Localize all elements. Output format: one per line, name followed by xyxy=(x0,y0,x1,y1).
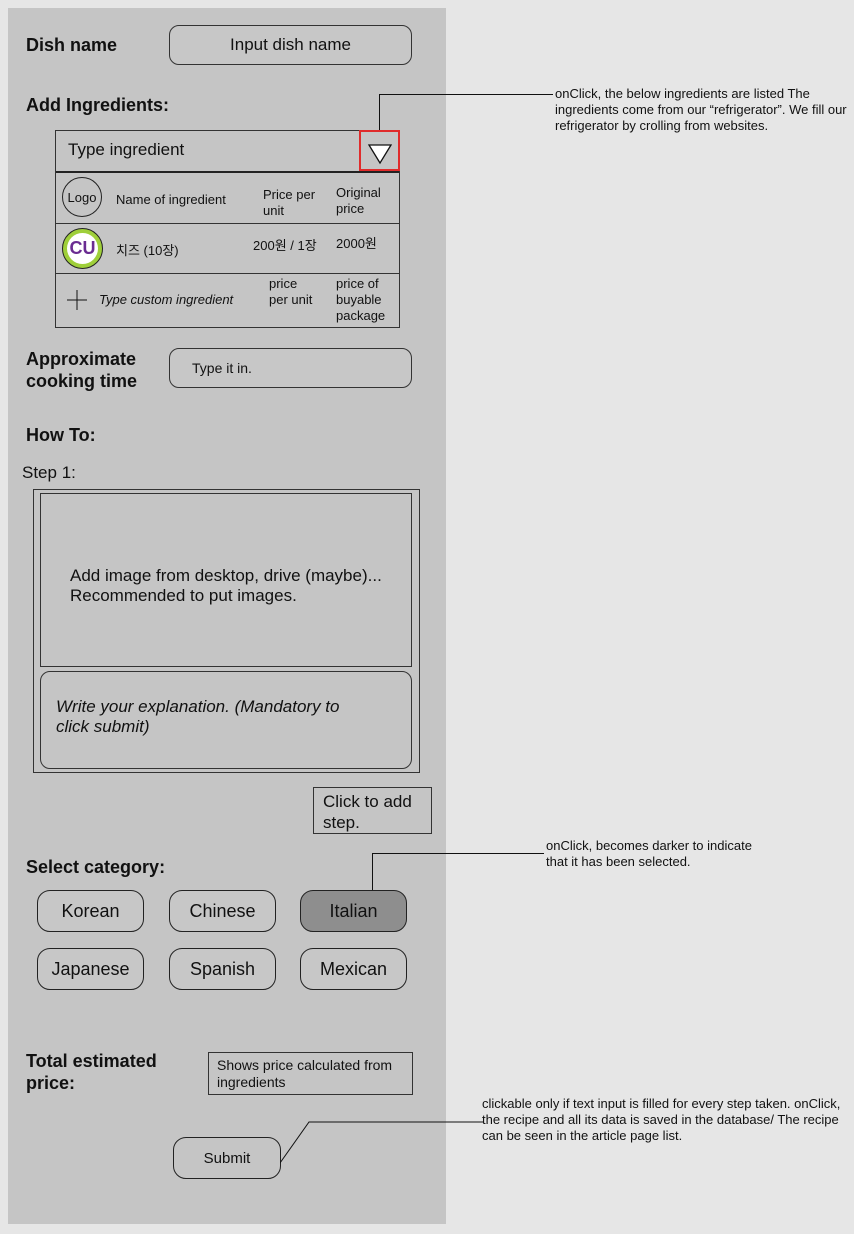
header-original-price: Original price xyxy=(336,185,381,216)
ingredient-original-price: 2000원 xyxy=(336,236,377,251)
custom-ingredient-row[interactable]: Type custom ingredient price per unit pr… xyxy=(56,274,399,327)
explanation-textarea[interactable]: Write your explanation. (Mandatory to cl… xyxy=(40,671,412,769)
image-upload-text: Add image from desktop, drive (maybe)...… xyxy=(70,566,382,605)
ingredient-search-input[interactable]: Type ingredient xyxy=(56,131,399,173)
ingredient-dropdown: Type ingredient Logo Name of ingredient … xyxy=(55,130,400,328)
cooking-time-label: Approximate cooking time xyxy=(26,349,138,391)
step-label: Step 1: xyxy=(22,463,76,482)
category-spanish[interactable]: Spanish xyxy=(169,948,276,990)
dropdown-note: onClick, the below ingredients are liste… xyxy=(555,86,847,133)
logo-placeholder-icon: Logo xyxy=(62,177,102,217)
dropdown-triangle-icon xyxy=(367,144,393,165)
total-price-label: Total estimated price: xyxy=(26,1051,157,1093)
ingredient-search-placeholder: Type ingredient xyxy=(68,140,185,159)
custom-ingredient-input[interactable]: Type custom ingredient xyxy=(99,292,233,308)
category-note-connector xyxy=(372,853,373,890)
ingredient-table-header: Logo Name of ingredient Price per unit O… xyxy=(56,173,399,224)
submit-note-connector xyxy=(280,1121,484,1164)
image-upload-area[interactable]: Add image from desktop, drive (maybe)...… xyxy=(40,493,412,667)
category-korean[interactable]: Korean xyxy=(37,890,144,932)
category-note-line xyxy=(372,853,544,854)
dish-name-input[interactable]: Input dish name xyxy=(169,25,412,65)
header-price-per-unit: Price per unit xyxy=(263,187,316,218)
dropdown-toggle[interactable] xyxy=(359,130,400,171)
category-note: onClick, becomes darker to indicate that… xyxy=(546,838,752,869)
submit-note: clickable only if text input is filled f… xyxy=(482,1096,841,1143)
dropdown-note-line xyxy=(379,94,553,95)
category-chinese[interactable]: Chinese xyxy=(169,890,276,932)
how-to-label: How To: xyxy=(26,425,96,445)
ingredient-option-row[interactable]: CU 치즈 (10장) 200원 / 1장 2000원 xyxy=(56,224,399,274)
add-step-button[interactable]: Click to add step. xyxy=(313,787,432,834)
custom-price-per-unit[interactable]: price per unit xyxy=(269,276,313,308)
select-category-label: Select category: xyxy=(26,857,166,877)
add-ingredients-label: Add Ingredients: xyxy=(26,95,169,115)
plus-icon[interactable] xyxy=(66,289,88,311)
custom-package-price[interactable]: price of buyable package xyxy=(336,276,396,324)
cu-logo-icon: CU xyxy=(62,228,103,269)
ingredient-name: 치즈 (10장) xyxy=(116,243,179,258)
header-name: Name of ingredient xyxy=(116,192,226,207)
category-japanese[interactable]: Japanese xyxy=(37,948,144,990)
total-price-display: Shows price calculated from ingredients xyxy=(208,1052,413,1095)
ingredient-price-per-unit: 200원 / 1장 xyxy=(253,238,317,253)
submit-button[interactable]: Submit xyxy=(173,1137,281,1179)
cooking-time-input[interactable]: Type it in. xyxy=(169,348,412,388)
dish-name-label: Dish name xyxy=(26,35,118,55)
explanation-placeholder: Write your explanation. (Mandatory to cl… xyxy=(56,697,340,736)
category-mexican[interactable]: Mexican xyxy=(300,948,407,990)
dropdown-note-connector xyxy=(379,94,380,130)
category-italian[interactable]: Italian xyxy=(300,890,407,932)
cu-logo-text: CU xyxy=(67,233,98,264)
